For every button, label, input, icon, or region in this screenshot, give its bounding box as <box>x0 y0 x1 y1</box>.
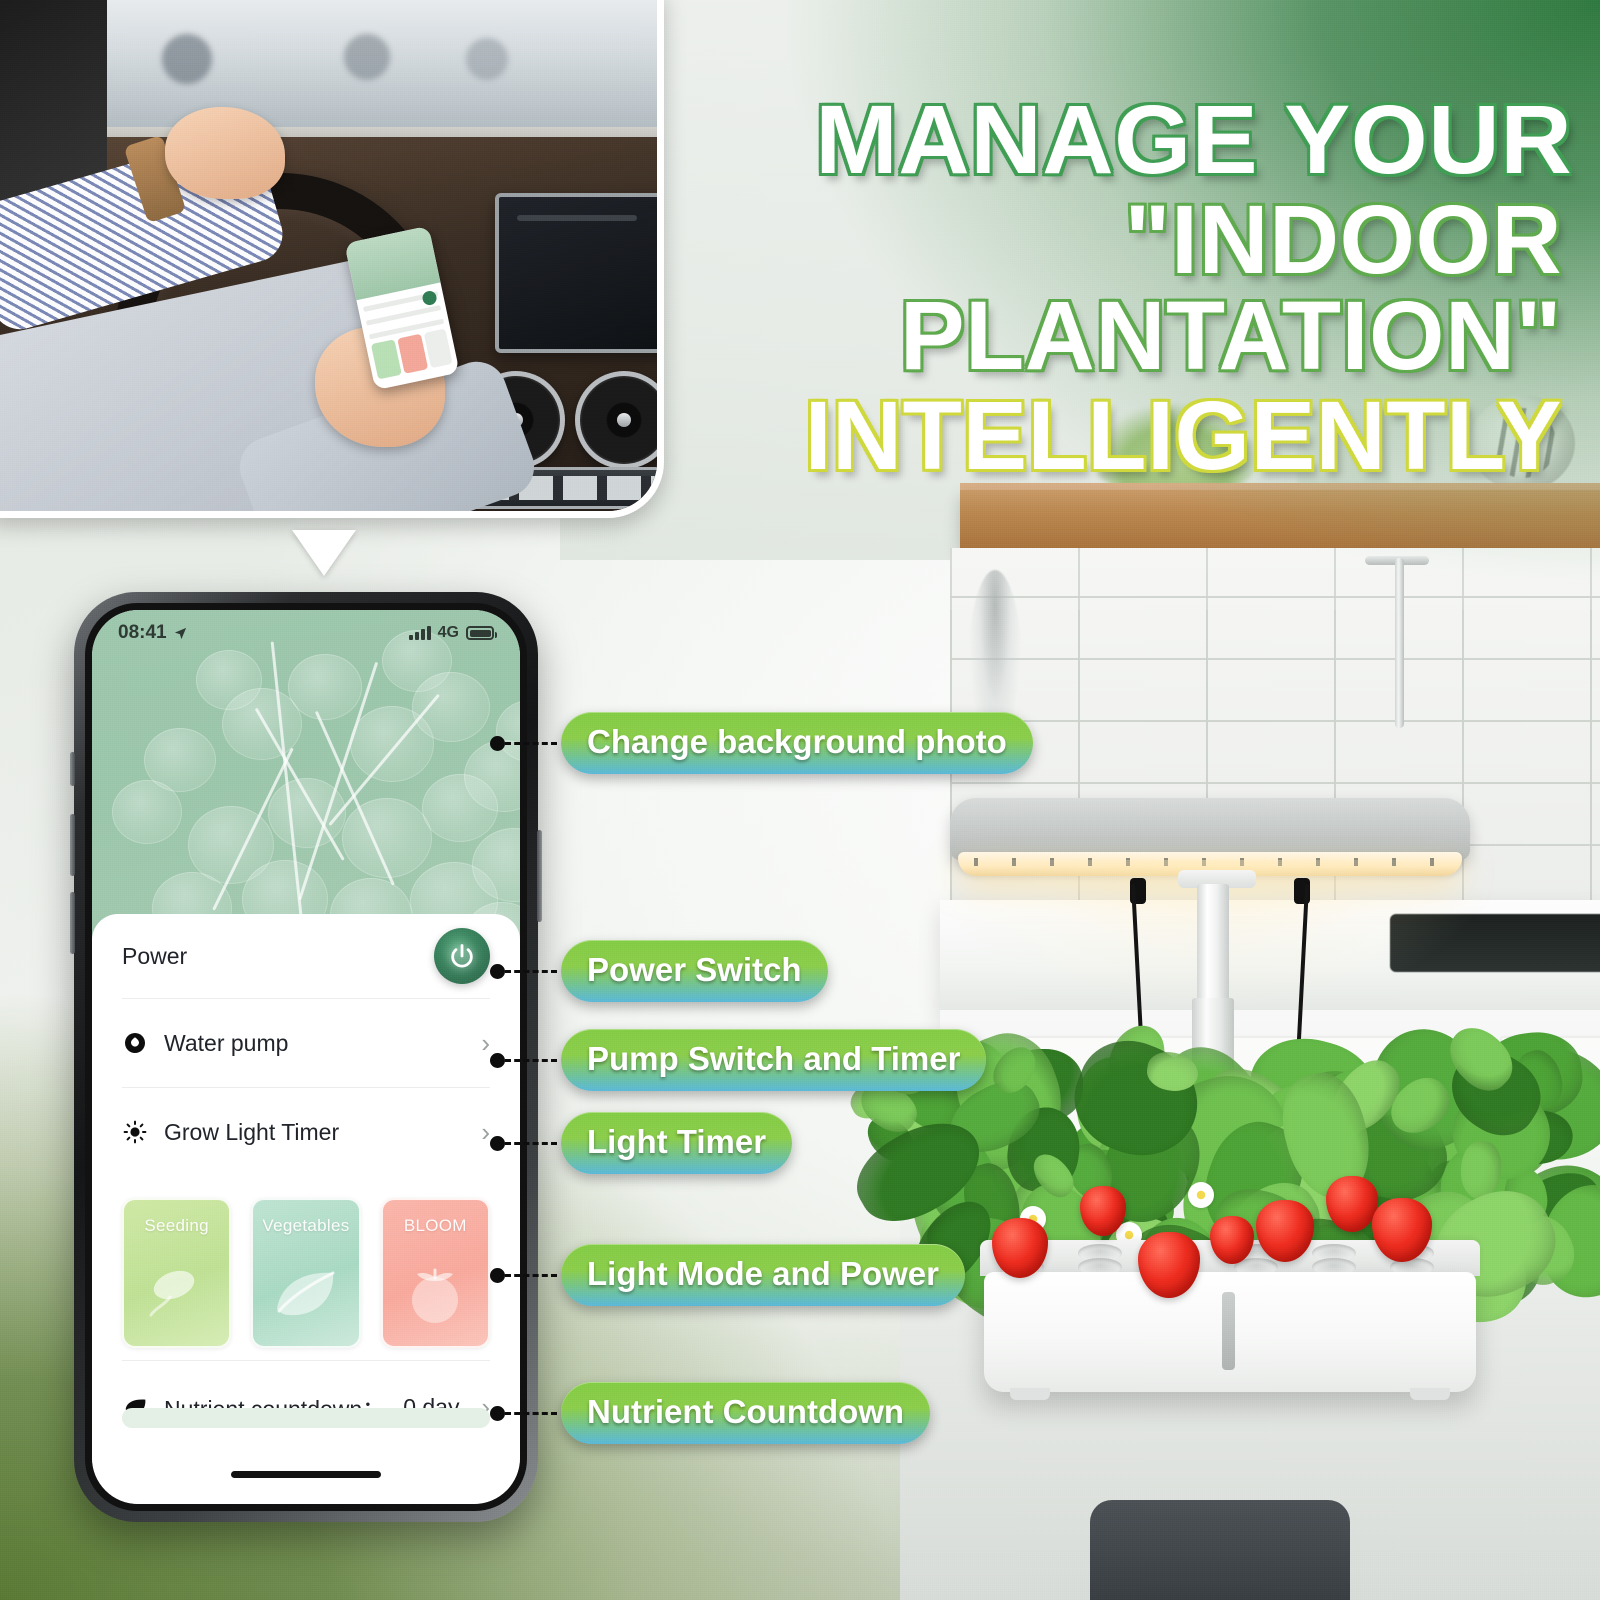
infographic-stage: MANAGE YOUR "INDOOR PLANTATION" INTELLIG… <box>0 0 1600 1600</box>
grain-overlay <box>0 0 1600 1600</box>
